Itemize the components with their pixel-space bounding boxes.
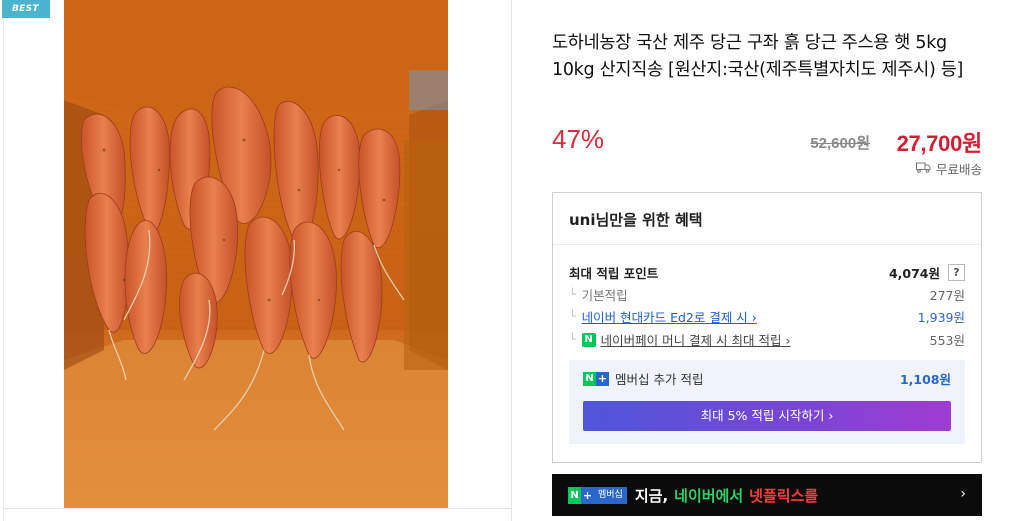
carrot-box-image bbox=[64, 0, 448, 508]
tree-branch-icon: └ bbox=[569, 333, 576, 346]
npay-points-row[interactable]: └ N 네이버페이 머니 결제 시 최대 적립 › 553원 bbox=[569, 330, 965, 349]
npay-points-link[interactable]: 네이버페이 머니 결제 시 최대 적립 › bbox=[601, 330, 791, 349]
delivery-label: 무료배송 bbox=[935, 162, 982, 177]
truck-icon bbox=[915, 161, 931, 176]
max-points-row: 최대 적립 포인트 4,074원 ? bbox=[569, 263, 965, 282]
membership-label: 멤버십 추가 적립 bbox=[615, 372, 704, 387]
banner-text-now: 지금, bbox=[634, 486, 669, 505]
nplus-membership-icon: N + 멤버십 bbox=[568, 486, 627, 504]
max-points-label: 최대 적립 포인트 bbox=[569, 266, 659, 281]
membership-row: N + 멤버십 추가 적립 1,108원 bbox=[583, 369, 951, 388]
card-points-row[interactable]: └ 네이버 현대카드 Ed2로 결제 시 › 1,939원 bbox=[569, 307, 965, 326]
benefit-box: uni님만을 위한 혜택 최대 적립 포인트 4,074원 ? └ 기본적립 27… bbox=[552, 192, 982, 463]
banner-text-netflix: 넷플릭스를 bbox=[749, 486, 819, 505]
product-image-panel: BEST bbox=[0, 0, 512, 521]
max-points-value: 4,074원 bbox=[888, 266, 940, 281]
discount-rate: 47% bbox=[552, 124, 605, 154]
tree-branch-icon: └ bbox=[569, 288, 576, 301]
card-points-link[interactable]: 네이버 현대카드 Ed2로 결제 시 › bbox=[582, 307, 757, 326]
nplus-icon: N + bbox=[583, 371, 609, 386]
npay-icon: N bbox=[581, 332, 596, 347]
membership-tag: 멤버십 bbox=[594, 486, 627, 504]
product-photo[interactable] bbox=[64, 0, 448, 508]
divider bbox=[4, 508, 512, 509]
product-title: 도하네농장 국산 제주 당근 구좌 흙 당근 주스용 햇 5kg 10kg 산지… bbox=[552, 33, 964, 80]
help-button[interactable]: ? bbox=[948, 264, 965, 281]
chevron-right-icon[interactable]: › bbox=[960, 486, 966, 502]
original-price: 52,600원 bbox=[810, 135, 870, 152]
sale-price: 27,700원 bbox=[896, 131, 983, 156]
best-badge: BEST bbox=[2, 0, 50, 18]
thumbnail-strip-edge bbox=[0, 0, 4, 521]
basic-points-value: 277원 bbox=[929, 288, 965, 303]
delivery-info: 무료배송 bbox=[915, 159, 982, 178]
membership-value: 1,108원 bbox=[899, 372, 951, 387]
tree-branch-icon: └ bbox=[569, 310, 576, 323]
banner-text-naver: 네이버에서 bbox=[674, 486, 744, 505]
membership-area: N + 멤버십 추가 적립 1,108원 최대 5% 적립 시작하기 › bbox=[569, 360, 965, 444]
basic-points-label: 기본적립 bbox=[581, 288, 628, 303]
benefit-heading: uni님만을 위한 혜택 bbox=[553, 193, 981, 245]
card-points-value: 1,939원 bbox=[917, 310, 965, 325]
start-membership-button[interactable]: 최대 5% 적립 시작하기 › bbox=[583, 401, 951, 431]
npay-points-value: 553원 bbox=[929, 333, 965, 348]
netflix-banner[interactable]: N + 멤버십 지금, 네이버에서 넷플릭스를 › bbox=[552, 474, 982, 516]
basic-points-row: └ 기본적립 277원 bbox=[569, 285, 965, 304]
